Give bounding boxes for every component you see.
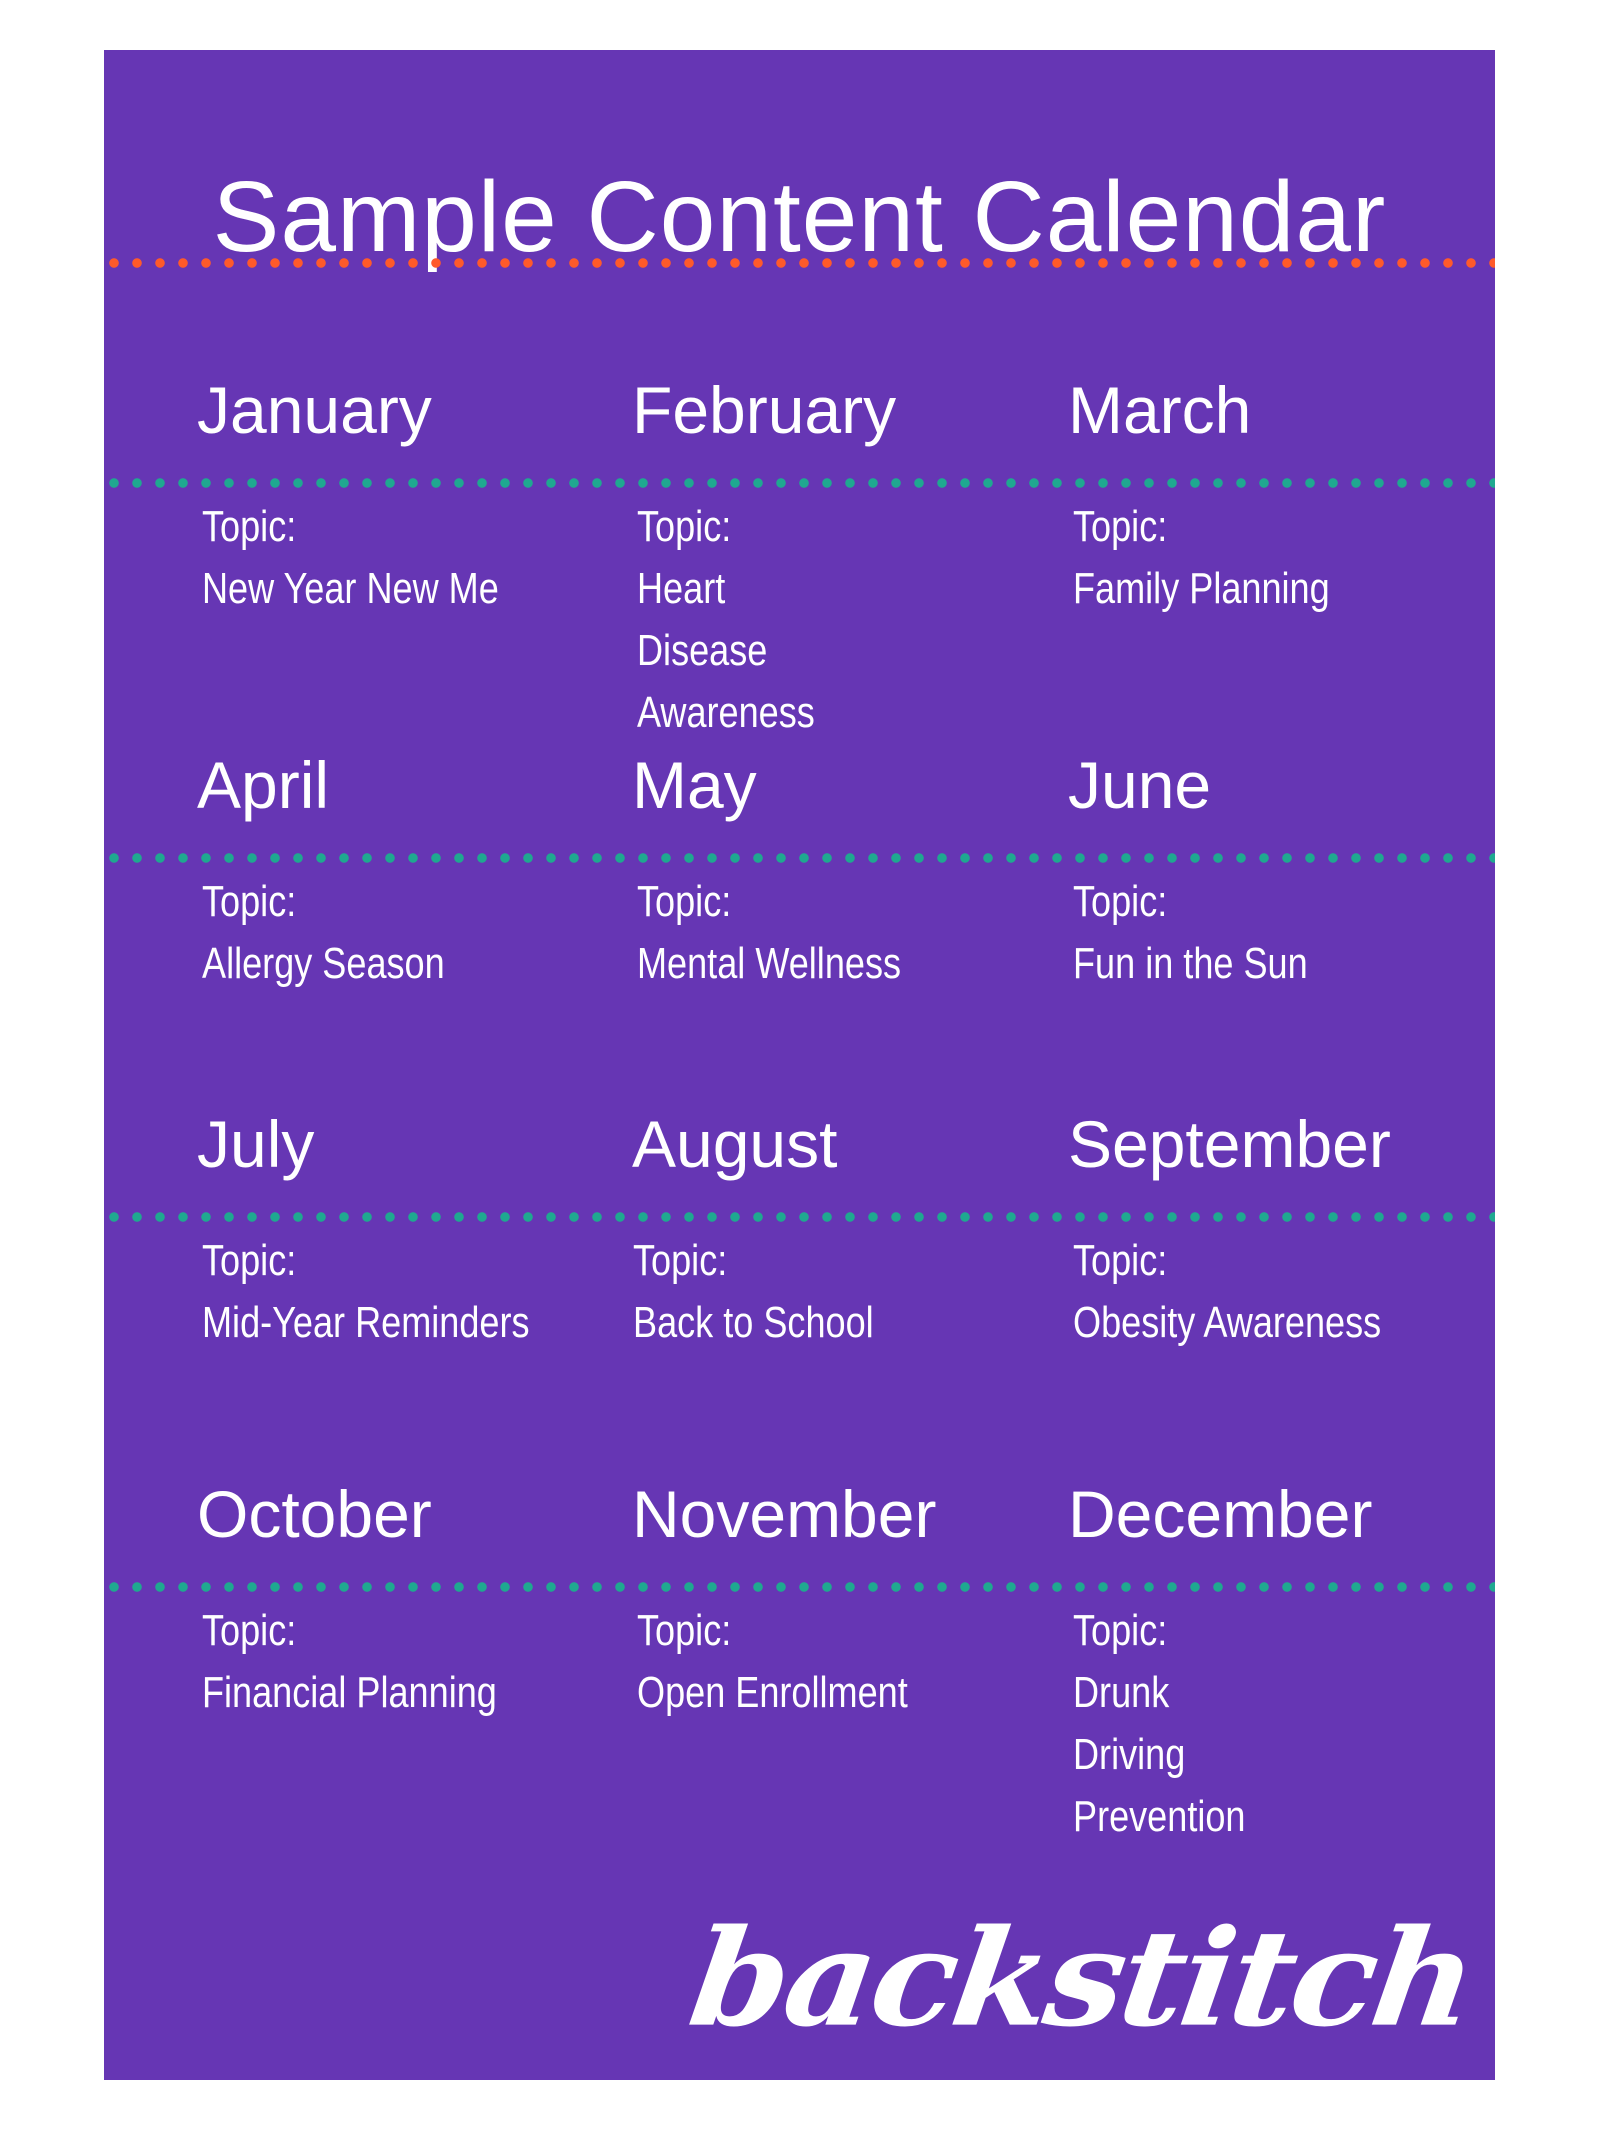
topic-label: Topic: xyxy=(202,502,297,551)
backstitch-logo: backstitch xyxy=(680,1901,1482,2057)
row-divider xyxy=(104,853,1495,863)
month-name: October xyxy=(197,1477,432,1551)
topic-label: Topic: xyxy=(1073,502,1168,551)
topic-value: Mid-Year Reminders xyxy=(202,1298,530,1347)
topic-value: New Year New Me xyxy=(202,564,499,613)
title-divider xyxy=(104,258,1495,268)
row-divider xyxy=(104,1582,1495,1592)
content-calendar-card: Sample Content Calendar January Topic: N… xyxy=(104,50,1495,2080)
month-name: April xyxy=(197,748,330,822)
month-name: May xyxy=(632,748,757,822)
month-name: January xyxy=(197,373,432,447)
topic-value: Open Enrollment xyxy=(637,1668,908,1717)
topic-value: Fun in the Sun xyxy=(1073,939,1308,988)
topic-label: Topic: xyxy=(202,1236,297,1285)
topic-label: Topic: xyxy=(637,877,732,926)
topic-value: Obesity Awareness xyxy=(1073,1298,1382,1347)
month-name: June xyxy=(1068,748,1212,822)
month-name: July xyxy=(197,1107,315,1181)
row-divider xyxy=(104,1212,1495,1222)
month-name: September xyxy=(1068,1107,1391,1181)
topic-label: Topic: xyxy=(637,1606,732,1655)
topic-value: Family Planning xyxy=(1073,564,1330,613)
topic-label: Topic: xyxy=(1073,877,1168,926)
calendar-row-1: January Topic: New Year New Me February … xyxy=(104,372,1495,737)
topic-value: Heart Disease Awareness xyxy=(637,564,815,737)
topic-label: Topic: xyxy=(1073,1236,1168,1285)
topic-value: Financial Planning xyxy=(202,1668,497,1717)
month-name: August xyxy=(632,1107,838,1181)
topic-value: Allergy Season xyxy=(202,939,445,988)
month-name: November xyxy=(632,1477,937,1551)
topic-label: Topic: xyxy=(633,1236,728,1285)
calendar-row-4: October Topic: Financial Planning Novemb… xyxy=(104,1476,1495,1841)
topic-value: Mental Wellness xyxy=(637,939,902,988)
page-title: Sample Content Calendar xyxy=(212,161,1387,273)
row-divider xyxy=(104,478,1495,488)
topic-value: Back to School xyxy=(633,1298,874,1347)
topic-label: Topic: xyxy=(1073,1606,1168,1655)
calendar-row-2: April Topic: Allergy Season May Topic: M… xyxy=(104,747,1495,1107)
calendar-row-3: July Topic: Mid-Year Reminders August To… xyxy=(104,1106,1495,1466)
topic-value: Drunk Driving Prevention xyxy=(1073,1668,1246,1841)
month-name: February xyxy=(632,373,897,447)
month-name: December xyxy=(1068,1477,1373,1551)
topic-label: Topic: xyxy=(202,1606,297,1655)
topic-label: Topic: xyxy=(637,502,732,551)
topic-label: Topic: xyxy=(202,877,297,926)
month-name: March xyxy=(1068,373,1252,447)
